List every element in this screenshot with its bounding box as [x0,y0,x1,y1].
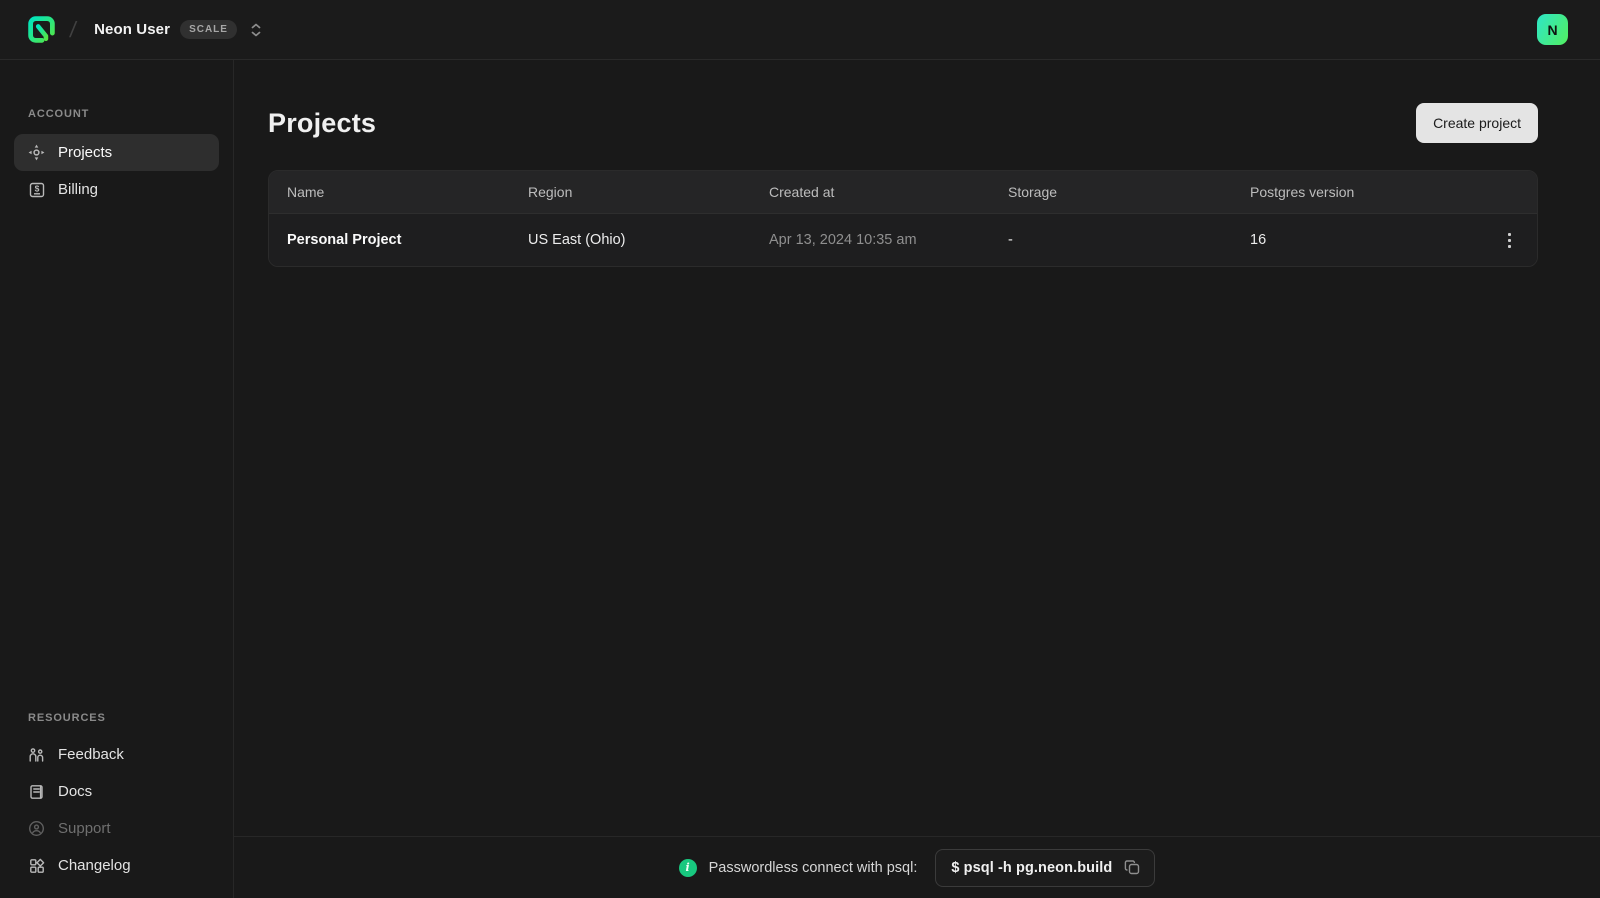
kebab-dot [1507,244,1511,248]
dollar-square-icon: $ [28,181,45,198]
sidebar-item-label: Support [58,820,111,837]
sidebar-section-resources: RESOURCES [28,712,106,724]
psql-connect-label: Passwordless connect with psql: [708,859,918,876]
table-header-row: Name Region Created at Storage Postgres … [269,171,1537,214]
main-area: Projects Create project Name Region Crea… [234,60,1600,898]
sidebar-item-label: Changelog [58,857,131,874]
neon-logo-icon[interactable] [27,15,56,44]
user-avatar[interactable]: N [1537,14,1568,45]
project-created-cell: Apr 13, 2024 10:35 am [769,232,917,248]
org-switcher-chevrons-icon[interactable] [249,22,263,38]
svg-text:$: $ [34,183,39,193]
sidebar-item-label: Feedback [58,746,124,763]
psql-command-chip: $ psql -h pg.neon.build [935,848,1156,887]
sidebar-item-label: Docs [58,783,93,800]
sidebar-item-billing[interactable]: $ Billing [14,171,219,208]
psql-command-text: $ psql -h pg.neon.build [951,859,1113,876]
info-icon: i [678,858,697,877]
project-region-cell: US East (Ohio) [528,232,626,248]
top-bar: / Neon User SCALE N [0,0,1600,60]
compass-icon [28,144,45,161]
sidebar-item-label: Projects [58,144,113,161]
psql-connect-bar: i Passwordless connect with psql: $ psql… [234,836,1600,898]
grid-icon [28,857,45,874]
page-title: Projects [268,107,377,138]
column-header-region: Region [528,184,573,200]
sidebar-item-changelog[interactable]: Changelog [14,847,219,884]
project-postgres-cell: 16 [1250,232,1267,248]
kebab-dot [1507,238,1511,242]
people-icon [28,746,45,763]
row-kebab-menu-button[interactable] [1495,226,1523,254]
column-header-name: Name [287,184,325,200]
plan-badge: SCALE [180,20,237,39]
org-name[interactable]: Neon User [94,21,170,38]
sidebar-item-projects[interactable]: Projects [14,134,219,171]
sidebar-item-support[interactable]: Support [14,810,219,847]
lifebuoy-icon [28,820,45,837]
sidebar-item-feedback[interactable]: Feedback [14,736,219,773]
sidebar: ACCOUNT Projects $ Billing RESOURCES Fee… [0,60,234,898]
create-project-button[interactable]: Create project [1416,103,1538,143]
breadcrumb-slash: / [68,16,78,42]
table-row[interactable]: Personal Project US East (Ohio) Apr 13, … [269,214,1537,266]
document-icon [28,783,45,800]
sidebar-section-account: ACCOUNT [28,108,90,120]
column-header-postgres-version: Postgres version [1250,184,1355,200]
column-header-storage: Storage [1008,184,1058,200]
column-header-created-at: Created at [769,184,835,200]
project-storage-cell: - [1008,232,1013,248]
project-name-cell[interactable]: Personal Project [269,232,510,248]
kebab-dot [1507,232,1511,236]
projects-table: Name Region Created at Storage Postgres … [268,170,1538,267]
copy-icon[interactable] [1124,859,1141,876]
sidebar-item-label: Billing [58,181,99,198]
sidebar-item-docs[interactable]: Docs [14,773,219,810]
